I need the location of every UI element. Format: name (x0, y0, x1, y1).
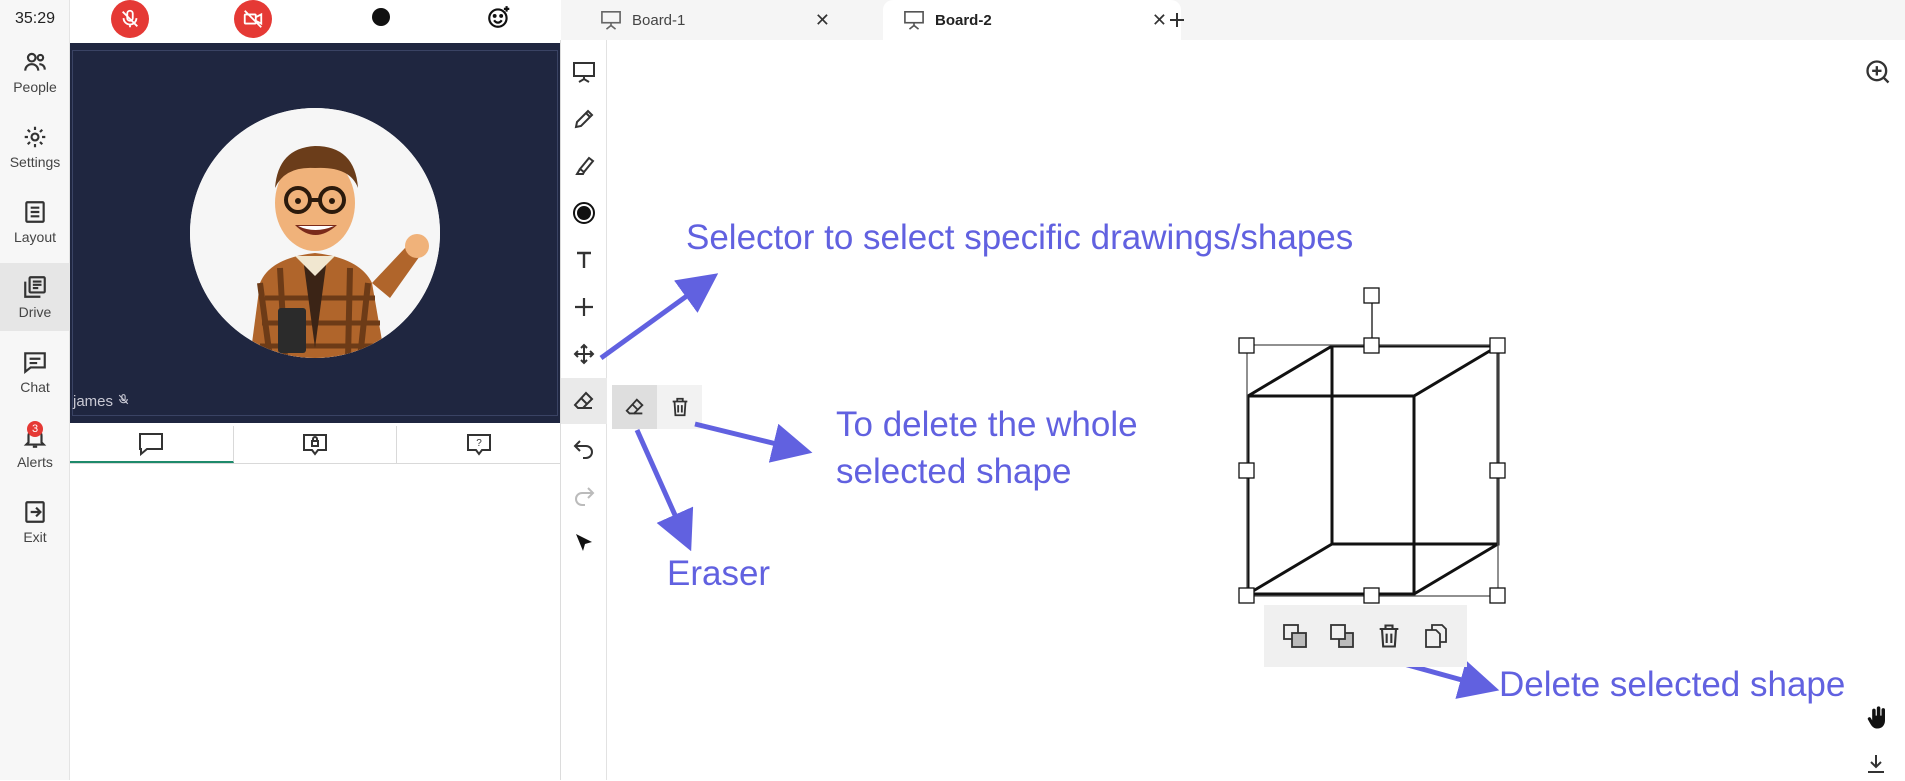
selection-box[interactable] (1238, 287, 1506, 604)
resize-handle[interactable] (1238, 337, 1255, 354)
annotation-delete-whole-1: To delete the whole (836, 405, 1138, 444)
cube-shape[interactable] (1246, 344, 1500, 596)
duplicate-icon (1424, 624, 1447, 648)
arrow-delete-whole (694, 421, 813, 463)
resize-handle[interactable] (1238, 462, 1255, 479)
resize-handle[interactable] (1489, 462, 1506, 479)
trash-icon (1379, 624, 1399, 648)
duplicate-button[interactable] (1418, 618, 1454, 654)
arrow-selector (599, 273, 719, 361)
resize-handle[interactable] (1489, 587, 1506, 604)
zoom-in-button[interactable] (1864, 58, 1892, 86)
send-backward-button[interactable] (1324, 618, 1360, 654)
shape-context-menu (1264, 605, 1467, 667)
send-backward-icon (1330, 624, 1355, 648)
pan-hand-button[interactable] (1864, 704, 1892, 732)
annotation-delete-selected: Delete selected shape (1499, 665, 1846, 704)
download-icon (1868, 755, 1884, 773)
resize-handle[interactable] (1489, 337, 1506, 354)
annotation-selector: Selector to select specific drawings/sha… (686, 218, 1354, 257)
resize-handle[interactable] (1238, 587, 1255, 604)
download-button[interactable] (1864, 752, 1892, 780)
hand-icon (1867, 706, 1885, 729)
annotation-delete-whole-2: selected shape (836, 452, 1072, 491)
rotate-handle[interactable] (1363, 287, 1380, 304)
annotation-eraser: Eraser (667, 554, 771, 593)
resize-handle[interactable] (1363, 587, 1380, 604)
zoom-in-icon (1866, 60, 1890, 84)
delete-selected-shape-button[interactable] (1371, 618, 1407, 654)
bring-forward-icon (1283, 624, 1308, 648)
arrow-eraser (634, 428, 694, 552)
bring-forward-button[interactable] (1277, 618, 1313, 654)
resize-handle[interactable] (1363, 337, 1380, 354)
